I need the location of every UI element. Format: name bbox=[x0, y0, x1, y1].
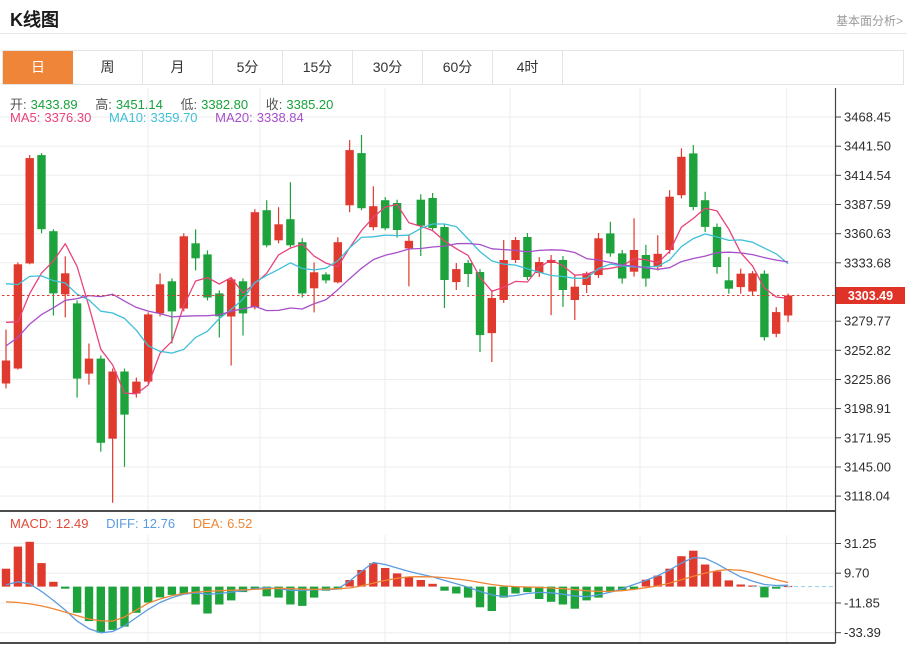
tab-0[interactable]: 日 bbox=[3, 51, 73, 84]
svg-text:3118.04: 3118.04 bbox=[844, 489, 890, 504]
macd-label: MACD: bbox=[10, 516, 52, 531]
ma5-label: MA5: bbox=[10, 110, 40, 125]
timeframe-tabs: 日周月5分15分30分60分4时 bbox=[2, 50, 904, 85]
tab-1[interactable]: 周 bbox=[73, 51, 143, 84]
svg-text:3333.68: 3333.68 bbox=[844, 255, 891, 270]
tab-2[interactable]: 月 bbox=[143, 51, 213, 84]
ma20-label: MA20: bbox=[215, 110, 253, 125]
svg-text:3252.82: 3252.82 bbox=[844, 343, 891, 358]
svg-text:3468.45: 3468.45 bbox=[844, 110, 891, 125]
svg-text:-11.85: -11.85 bbox=[844, 596, 880, 611]
svg-text:3145.00: 3145.00 bbox=[844, 460, 891, 475]
diff-label: DIFF: bbox=[106, 516, 139, 531]
ma10-value: 3359.70 bbox=[151, 110, 198, 125]
ma5-value: 3376.30 bbox=[44, 110, 91, 125]
macd-readout: MACD: 12.49 DIFF: 12.76 DEA: 6.52 bbox=[10, 516, 266, 531]
svg-text:-33.39: -33.39 bbox=[844, 625, 881, 640]
svg-text:3441.50: 3441.50 bbox=[844, 139, 891, 154]
dea-value: 6.52 bbox=[227, 516, 252, 531]
svg-text:31.25: 31.25 bbox=[844, 536, 877, 551]
macd-value: 12.49 bbox=[56, 516, 89, 531]
svg-text:3198.91: 3198.91 bbox=[844, 401, 891, 416]
ma10-label: MA10: bbox=[109, 110, 147, 125]
tab-5[interactable]: 30分 bbox=[353, 51, 423, 84]
dea-label: DEA: bbox=[193, 516, 223, 531]
svg-text:3225.86: 3225.86 bbox=[844, 372, 891, 387]
svg-text:3171.95: 3171.95 bbox=[844, 430, 891, 445]
tab-4[interactable]: 15分 bbox=[283, 51, 353, 84]
svg-text:3303.49: 3303.49 bbox=[848, 289, 893, 303]
svg-text:3414.54: 3414.54 bbox=[844, 168, 891, 183]
tab-7[interactable]: 4时 bbox=[493, 51, 563, 84]
tab-3[interactable]: 5分 bbox=[213, 51, 283, 84]
svg-text:3387.59: 3387.59 bbox=[844, 197, 891, 212]
ma20-value: 3338.84 bbox=[257, 110, 304, 125]
tab-bar-filler bbox=[563, 51, 903, 84]
svg-text:3279.77: 3279.77 bbox=[844, 314, 891, 329]
kline-app: { "header": { "title": "K线图", "link": "基… bbox=[0, 0, 907, 648]
tab-6[interactable]: 60分 bbox=[423, 51, 493, 84]
svg-text:3360.63: 3360.63 bbox=[844, 226, 891, 241]
svg-text:9.70: 9.70 bbox=[844, 566, 869, 581]
diff-value: 12.76 bbox=[143, 516, 176, 531]
ma-readout: MA5: 3376.30 MA10: 3359.70 MA20: 3338.84 bbox=[10, 110, 318, 125]
